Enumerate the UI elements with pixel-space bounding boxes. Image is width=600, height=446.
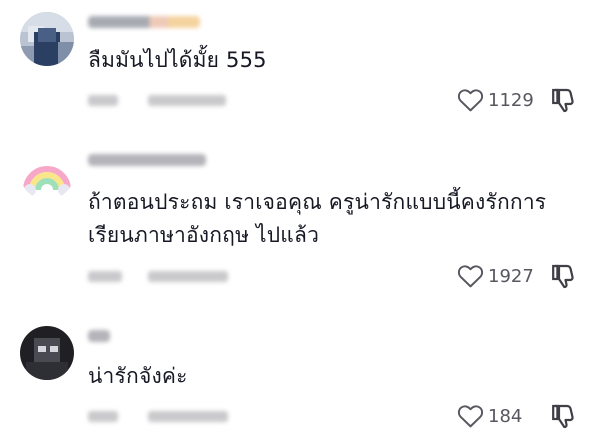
comment-meta-blurred <box>88 408 238 426</box>
avatar[interactable] <box>20 12 74 66</box>
like-button[interactable]: 1129 <box>457 86 534 114</box>
comment-text: ถ้าตอนประถม เราเจอคุณ ครูน่ารักแบบนี้คงร… <box>88 190 547 247</box>
thumbs-down-icon[interactable] <box>552 403 576 429</box>
comment-item: ลืมมันไปได้มั้ย 555 1129 <box>0 0 600 132</box>
comment-feed: ลืมมันไปได้มั้ย 555 1129 ถ้าตอนประถม เรา… <box>0 0 600 446</box>
comment-meta-blurred <box>88 268 238 286</box>
like-button[interactable]: 184 <box>457 402 522 430</box>
like-count: 184 <box>488 405 523 427</box>
heart-icon <box>457 89 484 112</box>
like-button[interactable]: 1927 <box>457 262 534 290</box>
comment-text: น่ารักจังค่ะ <box>88 364 188 388</box>
comment-item: ถ้าตอนประถม เราเจอคุณ ครูน่ารักแบบนี้คงร… <box>0 132 600 298</box>
like-count: 1927 <box>488 265 534 287</box>
username-blurred <box>88 330 110 342</box>
rainbow-icon <box>20 146 74 200</box>
thumbs-down-icon[interactable] <box>552 87 576 113</box>
avatar[interactable] <box>20 326 74 380</box>
username-blurred <box>88 154 206 166</box>
comment-meta-blurred <box>88 92 238 110</box>
profile-photo-icon <box>20 12 74 66</box>
avatar[interactable] <box>20 146 74 200</box>
like-count: 1129 <box>488 89 534 111</box>
username-blurred <box>88 16 200 28</box>
comment-text: ลืมมันไปได้มั้ย 555 <box>88 48 267 72</box>
heart-icon <box>457 405 484 428</box>
comment-item: น่ารักจังค่ะ 184 <box>0 298 600 446</box>
heart-icon <box>457 265 484 288</box>
profile-photo-icon <box>20 326 74 380</box>
thumbs-down-icon[interactable] <box>552 263 576 289</box>
